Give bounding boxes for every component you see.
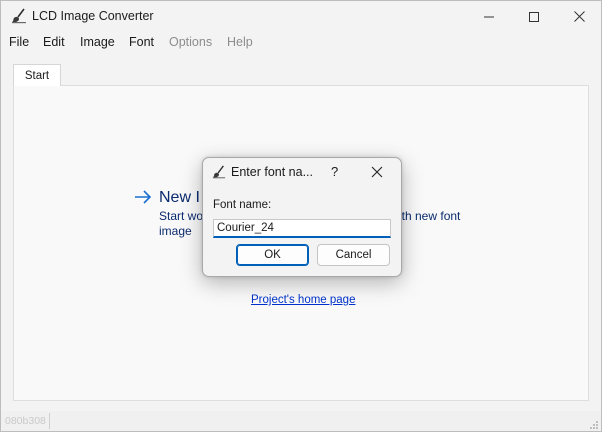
main-window: LCD Image Converter File Edit Image Font…	[0, 0, 602, 432]
menu-help[interactable]: Help	[227, 35, 253, 49]
minimize-button[interactable]	[466, 1, 512, 32]
new-image-desc-line2: image	[159, 224, 192, 238]
resize-grip-icon[interactable]	[589, 419, 599, 429]
new-image-link[interactable]: New I	[159, 189, 200, 207]
menu-options[interactable]: Options	[169, 35, 212, 49]
font-name-input[interactable]	[213, 219, 391, 238]
tab-start[interactable]: Start	[13, 64, 61, 86]
ok-button[interactable]: OK	[236, 244, 309, 266]
minimize-icon	[484, 16, 494, 17]
status-separator	[49, 413, 50, 429]
menu-edit[interactable]: Edit	[43, 35, 65, 49]
status-text: 080b308	[5, 415, 46, 427]
title-bar[interactable]: LCD Image Converter	[1, 1, 601, 32]
brush-icon	[11, 8, 27, 24]
project-home-link[interactable]: Project's home page	[251, 294, 355, 306]
font-name-label: Font name:	[213, 199, 272, 211]
help-button[interactable]: ?	[331, 164, 338, 179]
menu-font[interactable]: Font	[129, 35, 154, 49]
new-image-description: Start wo image	[159, 209, 203, 239]
brush-icon	[212, 165, 226, 179]
arrow-right-icon	[134, 190, 152, 207]
maximize-button[interactable]	[511, 1, 557, 32]
window-title: LCD Image Converter	[32, 9, 154, 23]
dialog-close-button[interactable]	[370, 165, 384, 179]
dialog-title: Enter font na...	[231, 165, 313, 179]
status-bar: 080b308	[1, 411, 601, 431]
enter-font-name-dialog: Enter font na... ? Font name: OK Cancel	[202, 157, 402, 277]
close-button[interactable]	[556, 1, 602, 32]
new-image-desc-line1: Start wo	[159, 209, 204, 223]
close-icon	[573, 11, 585, 22]
maximize-icon	[529, 11, 539, 22]
menu-file[interactable]: File	[9, 35, 29, 49]
menu-image[interactable]: Image	[80, 35, 115, 49]
new-font-description: ith new font	[399, 209, 461, 223]
menu-bar: File Edit Image Font Options Help	[1, 32, 601, 54]
cancel-button[interactable]: Cancel	[317, 244, 390, 266]
close-icon	[371, 166, 383, 178]
